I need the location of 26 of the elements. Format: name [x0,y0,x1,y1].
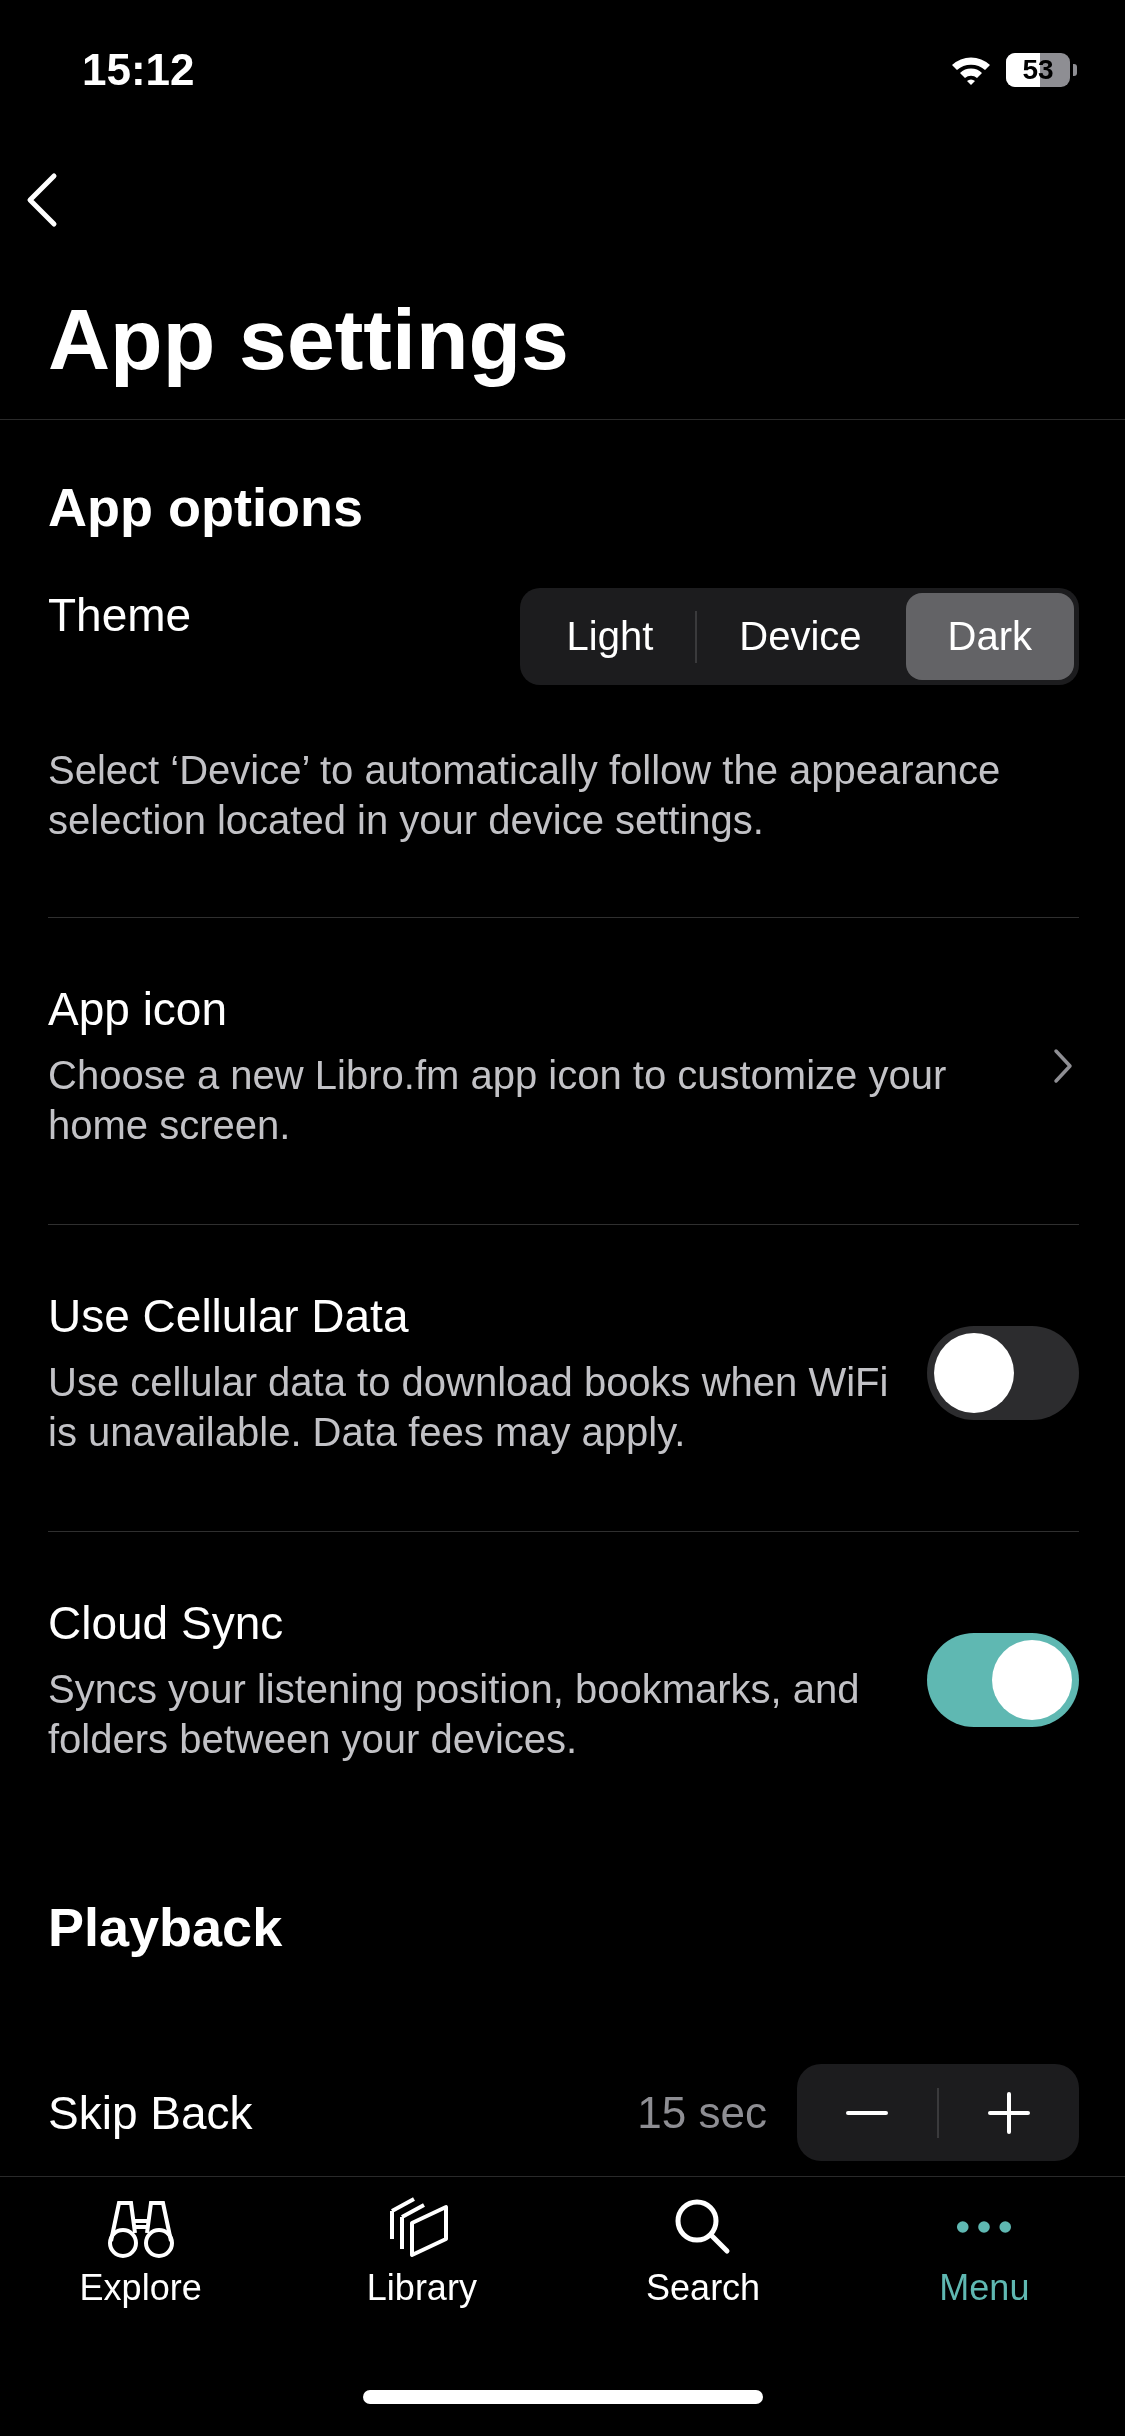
setting-label: Cloud Sync [48,1596,285,1650]
battery-percent: 53 [1022,54,1054,86]
tab-bar-item[interactable]: Menu [843,2183,1125,2356]
more-icon [956,2220,1013,2234]
theme-option[interactable]: Dark [905,593,1074,680]
setting-label: Skip Back [48,2085,253,2140]
setting-label: Theme [48,588,192,642]
minus-icon [846,2110,888,2115]
plus-icon [988,2091,1030,2134]
section-title: App options [48,476,364,538]
tab-bar-item[interactable]: Explore [0,2183,282,2356]
status-time: 15:12 [82,45,195,95]
section-title: Playback [48,1896,284,1958]
theme-option[interactable]: Light [524,593,696,680]
tab-bar-item[interactable]: Search [562,2183,844,2356]
setting-description: Choose a new Libro.fm app icon to customize your home screen. [48,1052,948,1149]
setting-value: 15 sec [637,2087,767,2138]
setting-description: Use cellular data to download books when WiFi is unavailable. Data fees may apply. [48,1359,890,1456]
setting-label: Use Cellular Data [48,1289,410,1343]
setting-description: Syncs your listening position, bookmarks, and folders between your devices. [48,1666,861,1763]
page-title: App settings [0,260,1125,420]
setting-label: App icon [48,982,228,1036]
setting-description: Select ‘Device’ to automatically follow the appearance selection located in your device settings. [48,747,1002,844]
theme-option[interactable]: Device [697,593,904,680]
chevron-right-icon[interactable] [1053,1048,1073,1084]
tab-bar-item[interactable]: Library [281,2183,563,2356]
